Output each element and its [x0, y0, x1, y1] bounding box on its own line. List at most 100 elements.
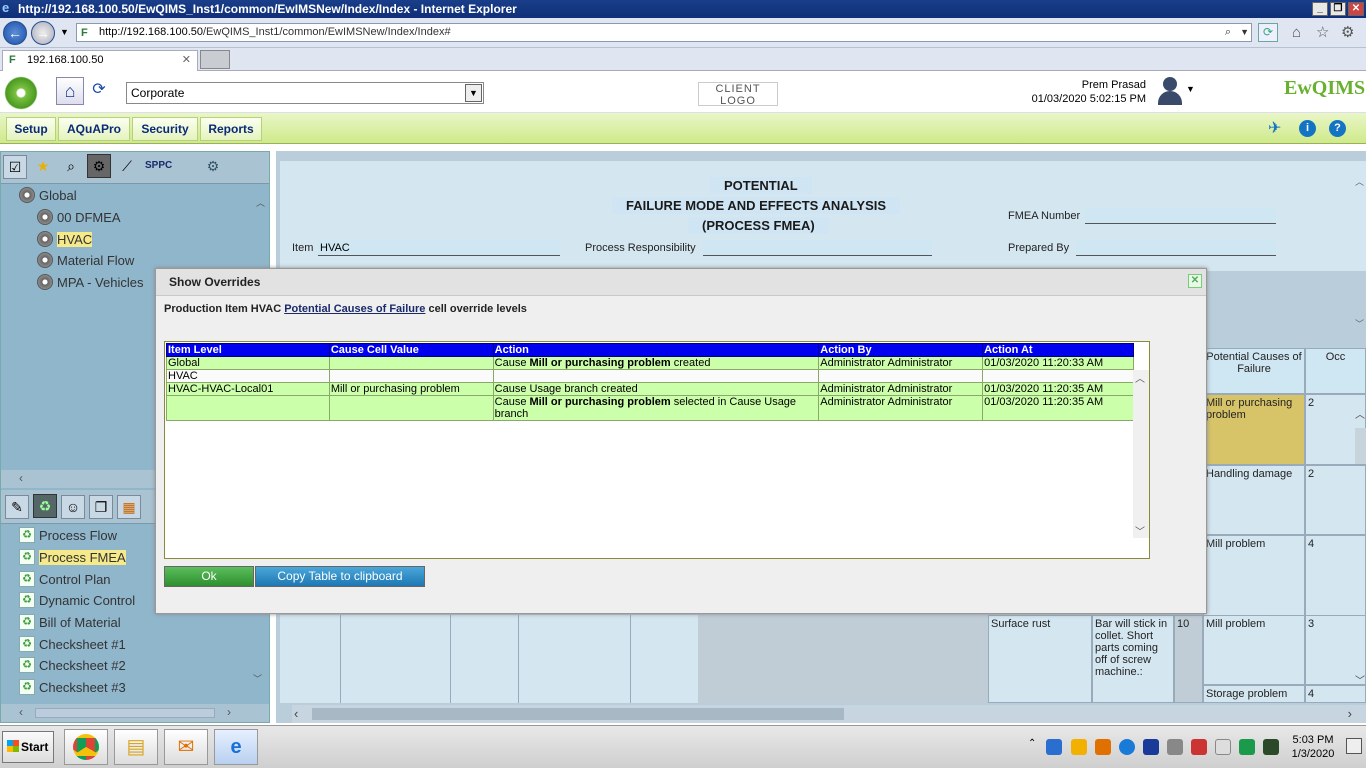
star-icon[interactable]: ★	[31, 155, 55, 179]
form-scroll-down-icon[interactable]: ﹀	[1355, 317, 1364, 330]
new-tab-button[interactable]	[200, 50, 230, 69]
user-doc-icon[interactable]: ☺	[61, 495, 85, 519]
grid-vertical-scrollbar[interactable]: ︿ ﹀	[1355, 406, 1366, 687]
grid-horizontal-scrollbar[interactable]: ‹ ›	[292, 705, 1366, 723]
checklist-icon[interactable]: ☑	[3, 155, 27, 179]
user-menu-chevron-icon[interactable]: ▼	[1186, 84, 1195, 94]
menu-aquapro[interactable]: AQuAPro	[58, 117, 130, 141]
restore-button[interactable]: ❐	[1330, 2, 1346, 16]
tray-app-icon[interactable]	[1071, 739, 1087, 755]
magnifier-icon[interactable]: ⌕	[59, 155, 83, 179]
tray-network-icon[interactable]	[1263, 739, 1279, 755]
outlook-icon[interactable]: ✉	[164, 729, 208, 765]
windows-icon[interactable]: ❐	[89, 495, 113, 519]
effect-cell[interactable]: Bar will stick in collet. Short parts co…	[1092, 615, 1174, 703]
search-icon[interactable]: ⌕	[1225, 24, 1231, 41]
cause-cell[interactable]: Mill problem	[1203, 615, 1305, 685]
table-row[interactable]: HVAC-HVAC-Local01 Mill or purchasing pro…	[166, 382, 1134, 396]
browser-tab[interactable]: F 192.168.100.50 ✕	[2, 50, 198, 71]
address-bar[interactable]: F http://192.168.100.50/EwQIMS_Inst1/com…	[76, 23, 1252, 42]
process-responsibility-field[interactable]	[703, 240, 932, 256]
cause-cell[interactable]: Mill or purchasing problem	[1203, 394, 1305, 465]
table-scrollbar[interactable]: ︿ ﹀	[1133, 370, 1149, 538]
tray-shield-icon[interactable]	[1239, 739, 1255, 755]
item-field[interactable]: HVAC	[318, 240, 560, 256]
pin-icon[interactable]: ✈	[1268, 118, 1281, 138]
home-icon[interactable]: ⌂	[1292, 24, 1301, 41]
doc-item-process-fmea[interactable]: ♻ Process FMEA	[19, 547, 126, 568]
corporate-select[interactable]: Corporate ▼	[126, 82, 484, 104]
table-row[interactable]: Cause Mill or purchasing problem selecte…	[166, 395, 1134, 421]
form-scroll-up-icon[interactable]: ︿	[1355, 175, 1364, 188]
network-gears-icon[interactable]: ⚙	[201, 155, 225, 179]
menu-reports[interactable]: Reports	[200, 117, 262, 141]
back-arrow-icon[interactable]: ←	[3, 21, 27, 45]
start-button[interactable]: Start	[2, 731, 54, 763]
sppc-icon[interactable]: SPPC	[145, 160, 172, 171]
cause-column-link[interactable]: Potential Causes of Failure	[284, 303, 425, 315]
severity-cell[interactable]: 10	[1174, 615, 1203, 703]
tray-expand-icon[interactable]: ⌃	[1028, 738, 1036, 749]
help-icon[interactable]: ?	[1329, 120, 1346, 137]
user-avatar-icon[interactable]	[1156, 75, 1184, 107]
chevron-down-icon[interactable]: ▼	[465, 84, 482, 102]
tray-security-icon[interactable]	[1143, 739, 1159, 755]
occ-cell[interactable]: 4	[1305, 685, 1366, 703]
refresh-app-icon[interactable]: ⟳	[87, 77, 111, 105]
dialog-close-icon[interactable]: ✕	[1188, 274, 1202, 288]
tree-item-mpa-vehicles[interactable]: MPA - Vehicles	[37, 272, 143, 293]
fmea-number-field[interactable]	[1085, 208, 1276, 224]
doc-item-control-plan[interactable]: ♻ Control Plan	[19, 569, 111, 590]
doc-scroll-down-icon[interactable]: ﹀	[253, 672, 262, 685]
doc-item-process-flow[interactable]: ♻ Process Flow	[19, 525, 117, 546]
info-icon[interactable]: i	[1299, 120, 1316, 137]
tree-item-global[interactable]: Global	[19, 185, 77, 206]
cause-cell[interactable]: Mill problem	[1203, 535, 1305, 617]
menu-setup[interactable]: Setup	[6, 117, 56, 141]
favorites-star-icon[interactable]: ☆	[1316, 23, 1329, 41]
prepared-by-field[interactable]	[1076, 240, 1276, 256]
doc-horizontal-scrollbar[interactable]: ‹ ›	[1, 704, 269, 722]
tree-item-material-flow[interactable]: Material Flow	[37, 250, 134, 271]
tray-device-icon[interactable]	[1167, 739, 1183, 755]
ok-button[interactable]: Ok	[164, 566, 254, 587]
tray-alert-icon[interactable]	[1191, 739, 1207, 755]
close-window-button[interactable]: ✕	[1348, 2, 1364, 16]
menu-security[interactable]: Security	[132, 117, 198, 141]
refresh-icon[interactable]: ⟳	[1258, 23, 1278, 42]
history-dropdown-icon[interactable]: ▼	[60, 27, 69, 37]
internet-explorer-icon[interactable]: e	[214, 729, 258, 765]
doc-item-bill-of-material[interactable]: ♻ Bill of Material	[19, 612, 121, 633]
address-dropdown-icon[interactable]: ▼	[1240, 24, 1249, 41]
chart-icon[interactable]: ⟋	[115, 155, 139, 179]
app-logo-icon[interactable]	[3, 75, 39, 111]
tab-close-icon[interactable]: ✕	[182, 51, 191, 70]
tray-sync-icon[interactable]	[1119, 739, 1135, 755]
tools-gear-icon[interactable]: ⚙	[1341, 23, 1354, 41]
table-row[interactable]: HVAC	[166, 369, 1134, 383]
settings-gear-icon[interactable]: ⚙	[87, 154, 111, 178]
recycle-icon[interactable]: ♻	[33, 494, 57, 518]
tray-teamviewer-icon[interactable]	[1046, 739, 1062, 755]
home-button-icon[interactable]: ⌂	[56, 77, 84, 105]
forward-arrow-icon[interactable]: →	[31, 21, 55, 45]
doc-item-checksheet-1[interactable]: ♻ Checksheet #1	[19, 634, 126, 655]
taskbar-clock[interactable]: 5:03 PM 1/3/2020	[1288, 733, 1338, 761]
table-row[interactable]: Global Cause Mill or purchasing problem …	[166, 356, 1134, 370]
chrome-icon[interactable]	[64, 729, 108, 765]
tray-folder-icon[interactable]	[1095, 739, 1111, 755]
palette-icon[interactable]: ▦	[117, 495, 141, 519]
cause-cell[interactable]: Storage problem	[1203, 685, 1305, 703]
tree-item-dfmea[interactable]: 00 DFMEA	[37, 207, 121, 228]
failure-mode-cell[interactable]: Surface rust	[988, 615, 1092, 703]
map-icon[interactable]: ✎	[5, 495, 29, 519]
minimize-button[interactable]: _	[1312, 2, 1328, 16]
tree-item-hvac[interactable]: HVAC	[37, 229, 93, 250]
show-desktop-icon[interactable]	[1346, 738, 1362, 754]
tray-flag-icon[interactable]	[1215, 739, 1231, 755]
copy-table-button[interactable]: Copy Table to clipboard	[255, 566, 425, 587]
file-explorer-icon[interactable]: ▤	[114, 729, 158, 765]
doc-item-checksheet-3[interactable]: ♻ Checksheet #3	[19, 677, 126, 698]
doc-item-checksheet-2[interactable]: ♻ Checksheet #2	[19, 655, 126, 676]
cause-cell[interactable]: Handling damage	[1203, 465, 1305, 535]
